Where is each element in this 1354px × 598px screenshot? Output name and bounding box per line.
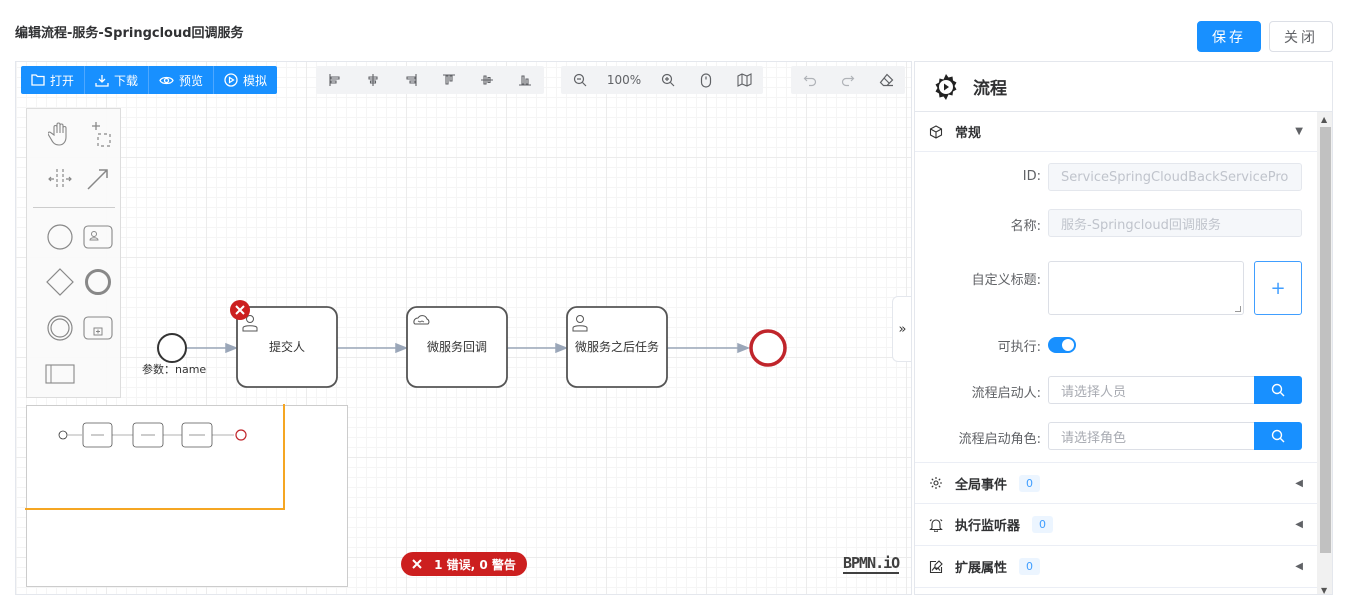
panel-title: 流程 (973, 79, 1007, 99)
section-title: 执行监听器 (955, 519, 1021, 534)
cube-icon (929, 124, 943, 139)
scroll-thumb[interactable] (1320, 127, 1331, 553)
scroll-down-icon[interactable]: ▼ (1321, 586, 1327, 594)
flow-arrow (737, 342, 751, 354)
image-edit-icon (929, 559, 943, 574)
task-label: 提交人 (268, 340, 305, 354)
plus-icon: + (1270, 277, 1286, 299)
gear-icon (929, 476, 943, 490)
starter-label: 流程启动人: (971, 386, 1041, 401)
flow-arrow (225, 342, 239, 354)
caret-left-icon: ◀ (1295, 477, 1303, 489)
custom-title-textarea[interactable] (1048, 261, 1244, 315)
scroll-up-icon[interactable]: ▲ (1321, 115, 1327, 124)
starter-search-button[interactable] (1254, 376, 1302, 404)
close-icon (412, 559, 422, 569)
end-event[interactable] (749, 329, 787, 367)
custom-title-label: 自定义标题: (971, 273, 1041, 288)
id-label: ID: (1022, 169, 1041, 184)
id-field[interactable]: ServiceSpringCloudBackServicePro (1048, 163, 1302, 191)
flow-arrow (395, 342, 409, 354)
panel-toggle-button[interactable]: » (892, 296, 911, 362)
starter-role-search-button[interactable] (1254, 422, 1302, 450)
executable-toggle[interactable] (1048, 337, 1076, 353)
minimap[interactable] (25, 404, 348, 587)
section-general[interactable]: 常规 ▼ (915, 112, 1317, 152)
start-event[interactable] (157, 333, 187, 363)
panel-header: 流程 (915, 62, 1332, 112)
caret-down-icon: ▼ (1295, 126, 1303, 137)
count-badge: 0 (1032, 516, 1054, 533)
executable-label: 可执行: (997, 340, 1041, 355)
bell-icon (929, 518, 943, 532)
lint-status-badge[interactable]: 1 错误, 0 警告 (401, 552, 527, 576)
page-header: 编辑流程-服务-Springcloud回调服务 保存 关闭 (0, 0, 1354, 60)
start-event-label: 参数：name (142, 363, 207, 376)
caret-left-icon: ◀ (1295, 561, 1303, 572)
section-execution-listeners[interactable]: 执行监听器 0 ◀ (915, 504, 1317, 546)
add-title-button[interactable]: + (1254, 261, 1302, 315)
page-title: 编辑流程-服务-Springcloud回调服务 (15, 26, 244, 41)
close-button[interactable]: 关闭 (1269, 21, 1333, 52)
bpmn-io-logo[interactable]: BPMN.iO (843, 554, 900, 574)
process-gear-icon (935, 73, 957, 100)
name-label: 名称: (1010, 219, 1041, 234)
name-field[interactable]: 服务-Springcloud回调服务 (1048, 209, 1302, 237)
lint-status-text: 1 错误, 0 警告 (434, 557, 516, 572)
section-title: 常规 (955, 126, 982, 141)
section-title: 全局事件 (955, 477, 1008, 493)
count-badge: 0 (1019, 558, 1041, 575)
minimap-viewport[interactable] (25, 404, 285, 510)
properties-panel: 流程 常规 ▼ ID: ServiceSpringCloudBackServic… (914, 61, 1333, 595)
caret-left-icon: ◀ (1295, 519, 1303, 530)
flow-arrow (555, 342, 569, 354)
starter-input[interactable]: 请选择人员 (1048, 376, 1254, 404)
bpmn-canvas[interactable]: 打开 下载 预览 模拟 100% 参数：name 提交人 微服务回调 微服务之后… (15, 61, 912, 595)
task-label: 微服务之后任务 (574, 340, 659, 354)
resize-grip-icon[interactable] (1235, 306, 1241, 312)
section-global-events[interactable]: 全局事件 0 ◀ (915, 462, 1317, 504)
starter-role-label: 流程启动角色: (958, 432, 1041, 447)
search-icon (1271, 429, 1285, 443)
section-extension-properties[interactable]: 扩展属性 0 ◀ (915, 546, 1317, 588)
search-icon (1271, 383, 1285, 397)
task-label: 微服务回调 (426, 340, 487, 354)
double-chevron-right-icon: » (898, 321, 907, 337)
starter-role-input[interactable]: 请选择角色 (1048, 422, 1254, 450)
error-marker-icon[interactable] (230, 300, 250, 320)
section-title: 扩展属性 (955, 561, 1008, 576)
panel-scrollbar[interactable]: ▲ ▼ (1317, 112, 1332, 594)
save-button[interactable]: 保存 (1197, 21, 1261, 52)
count-badge: 0 (1019, 474, 1041, 492)
